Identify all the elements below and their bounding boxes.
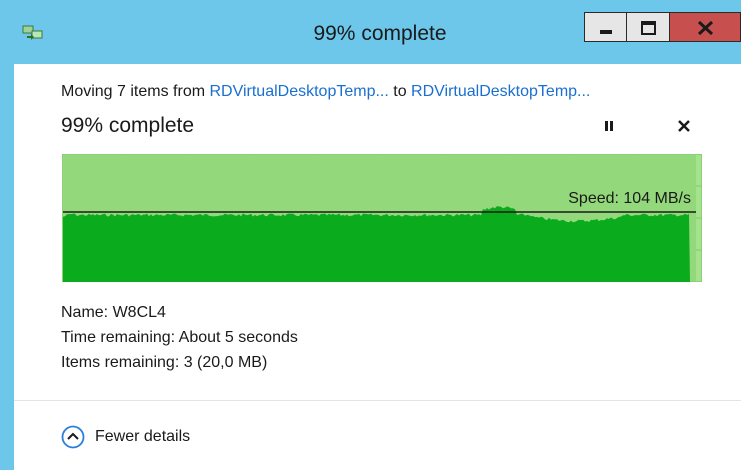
file-move-icon (22, 25, 43, 40)
minimize-button[interactable] (584, 12, 627, 42)
close-button[interactable] (670, 12, 741, 42)
operation-middle: to (388, 83, 412, 100)
dialog-body: Moving 7 items from RDVirtualDesktopTemp… (14, 64, 741, 470)
speed-graph: Speed: 104 MB/s (62, 154, 702, 282)
window-title: 99% complete (313, 22, 447, 45)
items-remaining: Items remaining: 3 (20,0 MB) (61, 354, 268, 371)
source-folder-link[interactable]: RDVirtualDesktopTemp... (209, 83, 388, 100)
minimize-icon (600, 30, 612, 34)
fewer-details-toggle[interactable]: Fewer details (61, 423, 190, 451)
title-bar[interactable]: 99% complete (0, 0, 741, 64)
item-name: Name: W8CL4 (61, 304, 166, 321)
operation-prefix: Moving 7 items from (61, 83, 210, 100)
time-remaining: Time remaining: About 5 seconds (61, 329, 298, 346)
operation-description: Moving 7 items from RDVirtualDesktopTemp… (61, 83, 590, 101)
pause-icon (605, 121, 613, 131)
separator (14, 400, 741, 401)
fewer-details-label: Fewer details (95, 428, 191, 445)
file-operation-window: 99% complete Moving 7 items from RDVirtu… (0, 0, 741, 470)
speed-label: Speed: 104 MB/s (568, 190, 691, 207)
cancel-button[interactable] (676, 118, 692, 134)
pause-button[interactable] (601, 118, 617, 134)
chevron-up-icon (61, 425, 85, 449)
cancel-icon (678, 120, 690, 132)
progress-percent: 99% complete (61, 114, 195, 137)
destination-folder-link[interactable]: RDVirtualDesktopTemp... (411, 83, 590, 100)
maximize-button[interactable] (627, 12, 670, 42)
maximize-icon (641, 21, 656, 35)
close-icon (697, 20, 714, 36)
